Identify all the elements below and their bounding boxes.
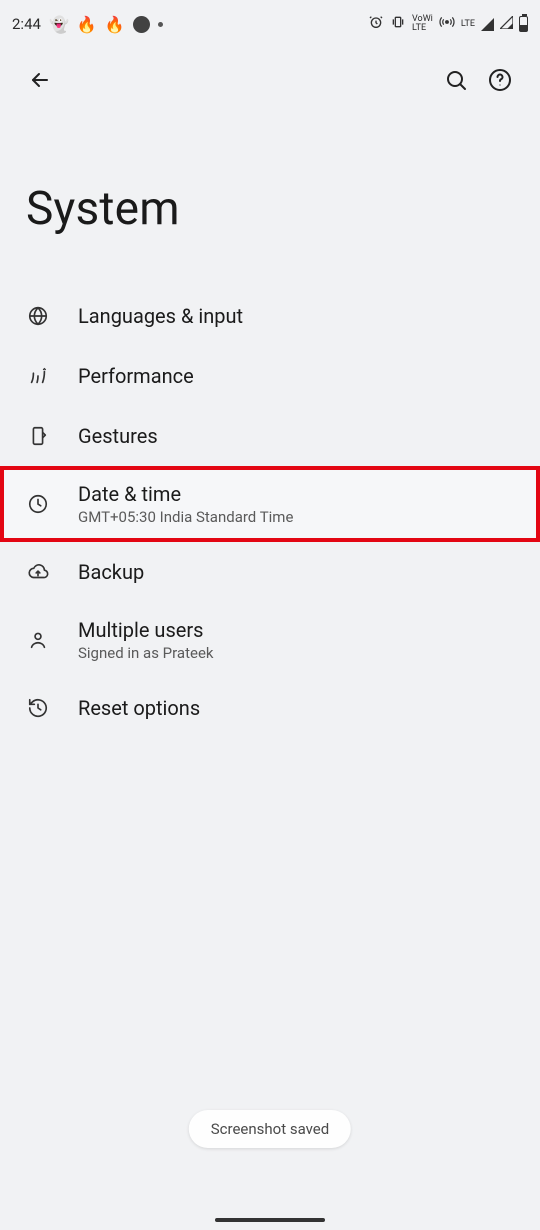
battery-icon — [519, 16, 528, 32]
wifi-calling-icon: VoWiLTE — [412, 15, 433, 33]
status-bar: 2:44 👻 🔥 🔥 VoWiLTE LTE — [0, 0, 540, 48]
settings-list: Languages & input Performance Gestures D… — [0, 286, 540, 738]
snapchat-icon: 👻 — [49, 15, 69, 34]
list-item-sublabel: Signed in as Prateek — [78, 644, 214, 662]
hotspot-icon — [439, 14, 455, 34]
globe-icon — [26, 305, 50, 327]
cloud-backup-icon — [26, 561, 50, 583]
list-item-multiple-users[interactable]: Multiple users Signed in as Prateek — [0, 602, 540, 678]
toast-text: Screenshot saved — [211, 1120, 329, 1138]
help-button[interactable] — [478, 58, 522, 102]
list-item-label: Backup — [78, 560, 144, 584]
back-button[interactable] — [18, 58, 62, 102]
gestures-icon — [26, 425, 50, 447]
flame-icon: 🔥 — [105, 15, 125, 34]
lte-indicator: LTE — [461, 20, 475, 29]
list-item-label: Gestures — [78, 424, 158, 448]
signal-secondary-icon — [500, 15, 513, 33]
status-time: 2:44 — [12, 15, 41, 33]
page-title: System — [0, 112, 540, 286]
clock-icon — [26, 493, 50, 515]
person-icon — [26, 629, 50, 651]
more-notifications-icon — [158, 22, 163, 27]
list-item-sublabel: GMT+05:30 India Standard Time — [78, 508, 293, 526]
list-item-languages[interactable]: Languages & input — [0, 286, 540, 346]
list-item-label: Multiple users — [78, 618, 214, 642]
list-item-label: Reset options — [78, 696, 200, 720]
flame-icon: 🔥 — [77, 15, 97, 34]
list-item-performance[interactable]: Performance — [0, 346, 540, 406]
search-button[interactable] — [434, 58, 478, 102]
list-item-backup[interactable]: Backup — [0, 542, 540, 602]
list-item-reset-options[interactable]: Reset options — [0, 678, 540, 738]
list-item-date-time[interactable]: Date & time GMT+05:30 India Standard Tim… — [0, 466, 540, 542]
list-item-label: Languages & input — [78, 304, 243, 328]
history-icon — [26, 697, 50, 719]
list-item-label: Date & time — [78, 482, 293, 506]
app-notification-icon — [133, 16, 150, 33]
alarm-icon — [368, 14, 384, 34]
status-right: VoWiLTE LTE — [368, 14, 528, 34]
vibrate-icon — [390, 14, 406, 34]
status-left: 2:44 👻 🔥 🔥 — [12, 15, 163, 34]
list-item-label: Performance — [78, 364, 194, 388]
app-bar — [0, 48, 540, 112]
signal-icon — [481, 18, 494, 31]
list-item-gestures[interactable]: Gestures — [0, 406, 540, 466]
toast-screenshot-saved[interactable]: Screenshot saved — [189, 1110, 351, 1148]
gesture-nav-indicator[interactable] — [215, 1218, 325, 1222]
performance-icon — [26, 365, 50, 387]
